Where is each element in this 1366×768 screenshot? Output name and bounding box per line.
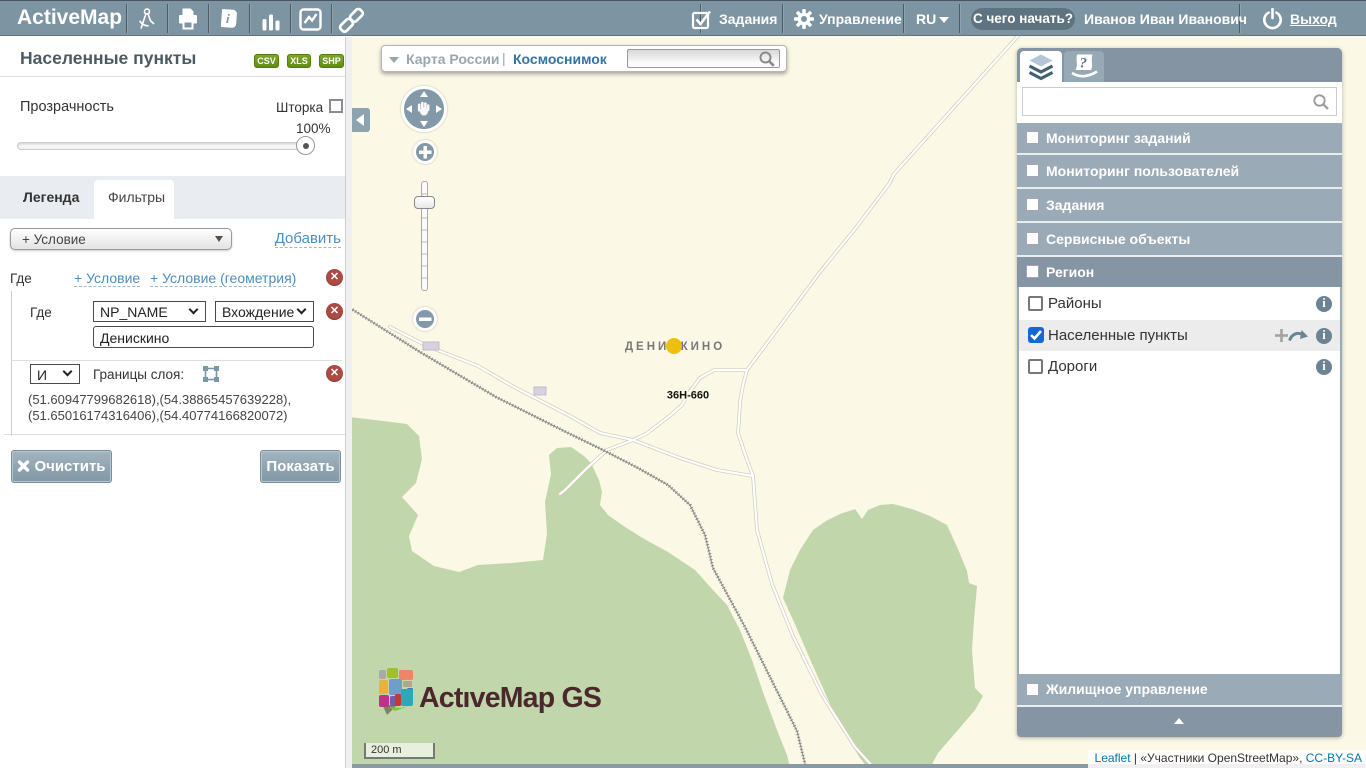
svg-text:?: ? [1080,56,1088,72]
svg-text:ActıveMap GS: ActıveMap GS [419,682,601,714]
svg-text:36Н-660: 36Н-660 [667,390,709,402]
